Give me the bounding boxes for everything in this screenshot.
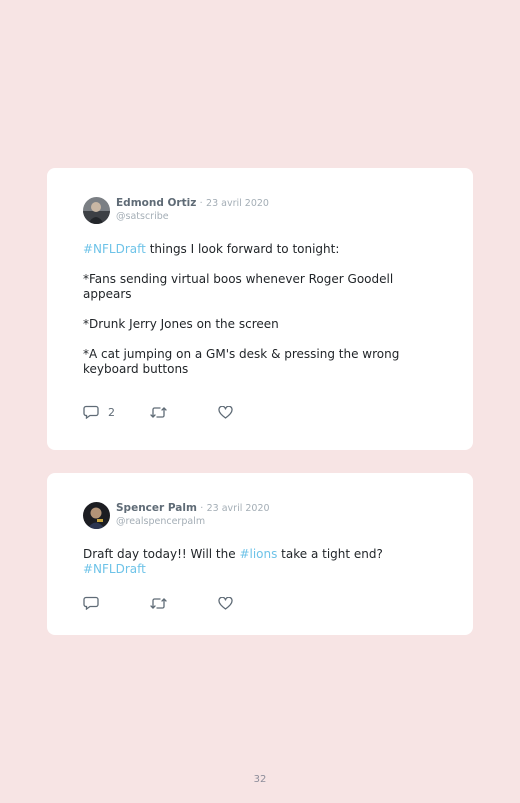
retweet-icon xyxy=(150,406,167,419)
page-number: 32 xyxy=(253,774,267,785)
tweet-text: Draft day today!! Will the #lions take a… xyxy=(83,547,443,577)
tweet-date[interactable]: 23 avril 2020 xyxy=(206,198,269,209)
avatar[interactable] xyxy=(83,197,110,224)
separator: · xyxy=(200,503,204,514)
tweet-paragraph: *A cat jumping on a GM's desk & pressing… xyxy=(83,347,400,376)
author-name[interactable]: Spencer Palm xyxy=(116,502,197,514)
like-button[interactable] xyxy=(218,404,233,420)
tweet-text-segment: things I look forward to tonight: xyxy=(145,242,340,256)
tweet-paragraph: *Fans sending virtual boos whenever Roge… xyxy=(83,272,394,301)
retweet-button[interactable] xyxy=(150,404,167,420)
reply-button[interactable] xyxy=(83,595,99,611)
tweet-text: #NFLDraft things I look forward to tonig… xyxy=(83,242,413,377)
separator: · xyxy=(199,198,203,209)
comment-icon xyxy=(83,405,99,419)
tweet-card: Edmond Ortiz · 23 avril 2020 @satscribe … xyxy=(47,168,473,450)
retweet-button[interactable] xyxy=(150,595,167,611)
hashtag-link[interactable]: #NFLDraft xyxy=(83,562,146,576)
tweet-text-segment: take a tight end? xyxy=(277,547,383,561)
tweet-date[interactable]: 23 avril 2020 xyxy=(207,503,270,514)
avatar[interactable] xyxy=(83,502,110,529)
hashtag-link[interactable]: #lions xyxy=(239,547,277,561)
comment-icon xyxy=(83,596,99,610)
like-button[interactable] xyxy=(218,595,233,611)
reply-button[interactable]: 2 xyxy=(83,404,115,420)
author-name[interactable]: Edmond Ortiz xyxy=(116,197,196,209)
author-handle[interactable]: @satscribe xyxy=(116,210,269,223)
heart-icon xyxy=(218,405,233,419)
heart-icon xyxy=(218,596,233,610)
reply-count: 2 xyxy=(108,405,115,419)
hashtag-link[interactable]: #NFLDraft xyxy=(83,242,146,256)
author-handle[interactable]: @realspencerpalm xyxy=(116,515,270,528)
retweet-icon xyxy=(150,597,167,610)
tweet-paragraph: *Drunk Jerry Jones on the screen xyxy=(83,317,279,331)
tweet-text-segment: Draft day today!! Will the xyxy=(83,547,240,561)
tweet-card: Spencer Palm · 23 avril 2020 @realspence… xyxy=(47,473,473,635)
